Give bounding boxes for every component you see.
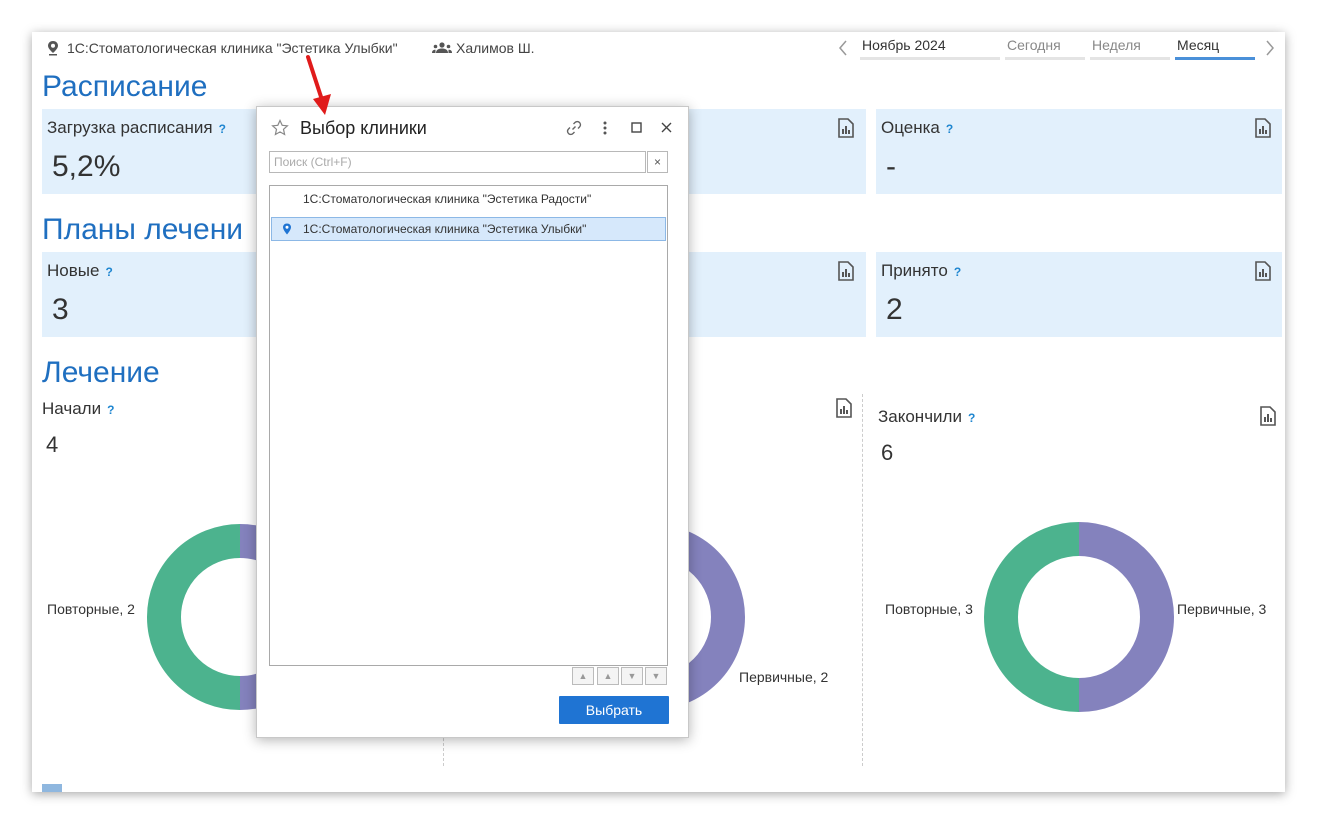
search-input[interactable] xyxy=(270,152,645,172)
scroll-up-button[interactable]: ▲ xyxy=(597,667,619,685)
more-menu-icon[interactable] xyxy=(601,120,609,136)
annotation-arrow-icon xyxy=(306,55,331,115)
chart-label-primary: Первичные, 2 xyxy=(739,669,829,685)
scroll-last-button[interactable]: ▼ xyxy=(645,667,667,685)
location-pin-icon xyxy=(283,223,291,235)
search-field[interactable] xyxy=(269,151,646,173)
clinic-selection-dialog: Выбор клиники × 1С:Стоматологическая кли… xyxy=(256,106,689,738)
next-section-title-fragment xyxy=(42,784,62,792)
star-icon[interactable] xyxy=(271,119,289,137)
chart-label-repeat: Повторные, 2 xyxy=(47,601,135,617)
donut-slice-0 xyxy=(147,524,241,710)
list-item-selected[interactable]: 1С:Стоматологическая клиника "Эстетика У… xyxy=(271,217,666,241)
donut-finished xyxy=(984,522,1174,712)
scroll-first-button[interactable]: ▲ xyxy=(572,667,594,685)
dialog-title: Выбор клиники xyxy=(300,118,427,138)
link-icon[interactable] xyxy=(565,119,583,137)
clinic-list: 1С:Стоматологическая клиника "Эстетика Р… xyxy=(269,185,668,666)
chart-label-primary: Первичные, 3 xyxy=(1177,601,1267,617)
scroll-down-button[interactable]: ▼ xyxy=(621,667,643,685)
list-item-label: 1С:Стоматологическая клиника "Эстетика У… xyxy=(303,222,587,236)
close-icon[interactable] xyxy=(661,122,672,133)
list-item[interactable]: 1С:Стоматологическая клиника "Эстетика Р… xyxy=(271,187,666,211)
donut-slice-1 xyxy=(1078,522,1174,712)
chart-label-repeat: Повторные, 3 xyxy=(885,601,973,617)
maximize-icon[interactable] xyxy=(631,122,642,133)
select-button[interactable]: Выбрать xyxy=(559,696,669,724)
clear-search-button[interactable]: × xyxy=(647,151,668,173)
list-item-label: 1С:Стоматологическая клиника "Эстетика Р… xyxy=(303,192,592,206)
donut-slice-0 xyxy=(984,522,1080,712)
